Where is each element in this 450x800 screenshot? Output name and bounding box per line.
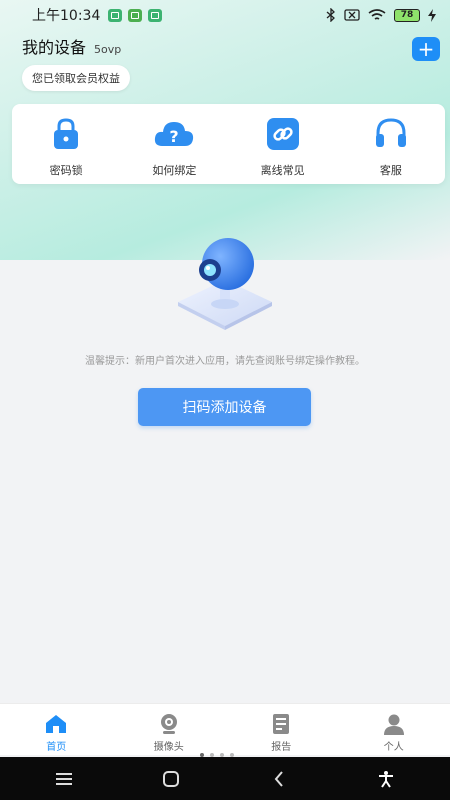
- tab-report[interactable]: 报告: [225, 704, 338, 755]
- notification-icon: [148, 8, 163, 22]
- recent-apps-button[interactable]: [44, 764, 84, 794]
- back-icon: [274, 770, 283, 787]
- quick-action-label: 离线常见: [260, 164, 305, 177]
- home-square-icon: [163, 770, 180, 787]
- person-icon: [383, 714, 404, 735]
- report-icon: [273, 714, 290, 734]
- svg-text:?: ?: [170, 127, 179, 146]
- tab-label: 报告: [271, 742, 292, 753]
- quick-action-customer-service[interactable]: 客服: [337, 104, 445, 184]
- accessibility-button[interactable]: [366, 764, 406, 794]
- lock-icon: [54, 118, 79, 149]
- scan-add-device-button[interactable]: 扫码添加设备: [138, 388, 311, 426]
- link-icon: [266, 118, 299, 150]
- accessibility-icon: [379, 770, 394, 788]
- quick-action-password-lock[interactable]: 密码锁: [12, 104, 120, 184]
- home-icon: [46, 715, 67, 733]
- quick-action-offline-faq[interactable]: 离线常见: [229, 104, 337, 184]
- account-id: 5ovp: [94, 43, 122, 56]
- quick-action-label: 密码锁: [49, 164, 83, 177]
- system-nav-bar: [0, 757, 450, 800]
- bottom-tab-bar: 首页 摄像头 报告 个人: [0, 703, 450, 755]
- webcam-icon: [178, 238, 272, 330]
- status-time: 上午10:34: [32, 8, 101, 24]
- alarm-icon: [128, 8, 143, 22]
- wifi-icon: [368, 8, 386, 20]
- battery-indicator: 78: [394, 8, 420, 22]
- menu-icon: [55, 772, 72, 785]
- status-icons: 78: [326, 8, 436, 22]
- back-button[interactable]: [259, 764, 299, 794]
- member-benefit-pill[interactable]: 您已领取会员权益: [22, 65, 130, 91]
- status-bar: 上午10:34 78: [0, 0, 450, 30]
- tab-camera[interactable]: 摄像头: [113, 704, 226, 755]
- sim-disabled-icon: [344, 9, 360, 21]
- tip-text: 温馨提示：新用户首次进入应用，请先查阅账号绑定操作教程。: [85, 356, 365, 367]
- charging-icon: [428, 8, 436, 22]
- help-cloud-icon: ?: [155, 122, 194, 146]
- tab-home[interactable]: 首页: [0, 704, 113, 755]
- tab-label: 摄像头: [153, 742, 184, 753]
- page-title: 我的设备: [22, 38, 87, 57]
- home-button[interactable]: [151, 764, 191, 794]
- quick-action-how-to-bind[interactable]: ? 如何绑定: [120, 104, 228, 184]
- quick-actions-card: 密码锁 ? 如何绑定 离线常见 客服: [12, 104, 445, 184]
- camera-icon: [160, 714, 177, 734]
- headset-icon: [375, 118, 406, 147]
- bluetooth-icon: [326, 8, 335, 22]
- page-header: 我的设备 5ovp: [22, 34, 121, 58]
- tab-profile[interactable]: 个人: [338, 704, 450, 755]
- notification-icon: [108, 8, 123, 22]
- tab-label: 个人: [383, 742, 404, 753]
- quick-action-label: 如何绑定: [152, 164, 197, 177]
- add-device-button[interactable]: +: [412, 37, 440, 61]
- quick-action-label: 客服: [379, 164, 402, 177]
- tab-label: 首页: [46, 742, 67, 753]
